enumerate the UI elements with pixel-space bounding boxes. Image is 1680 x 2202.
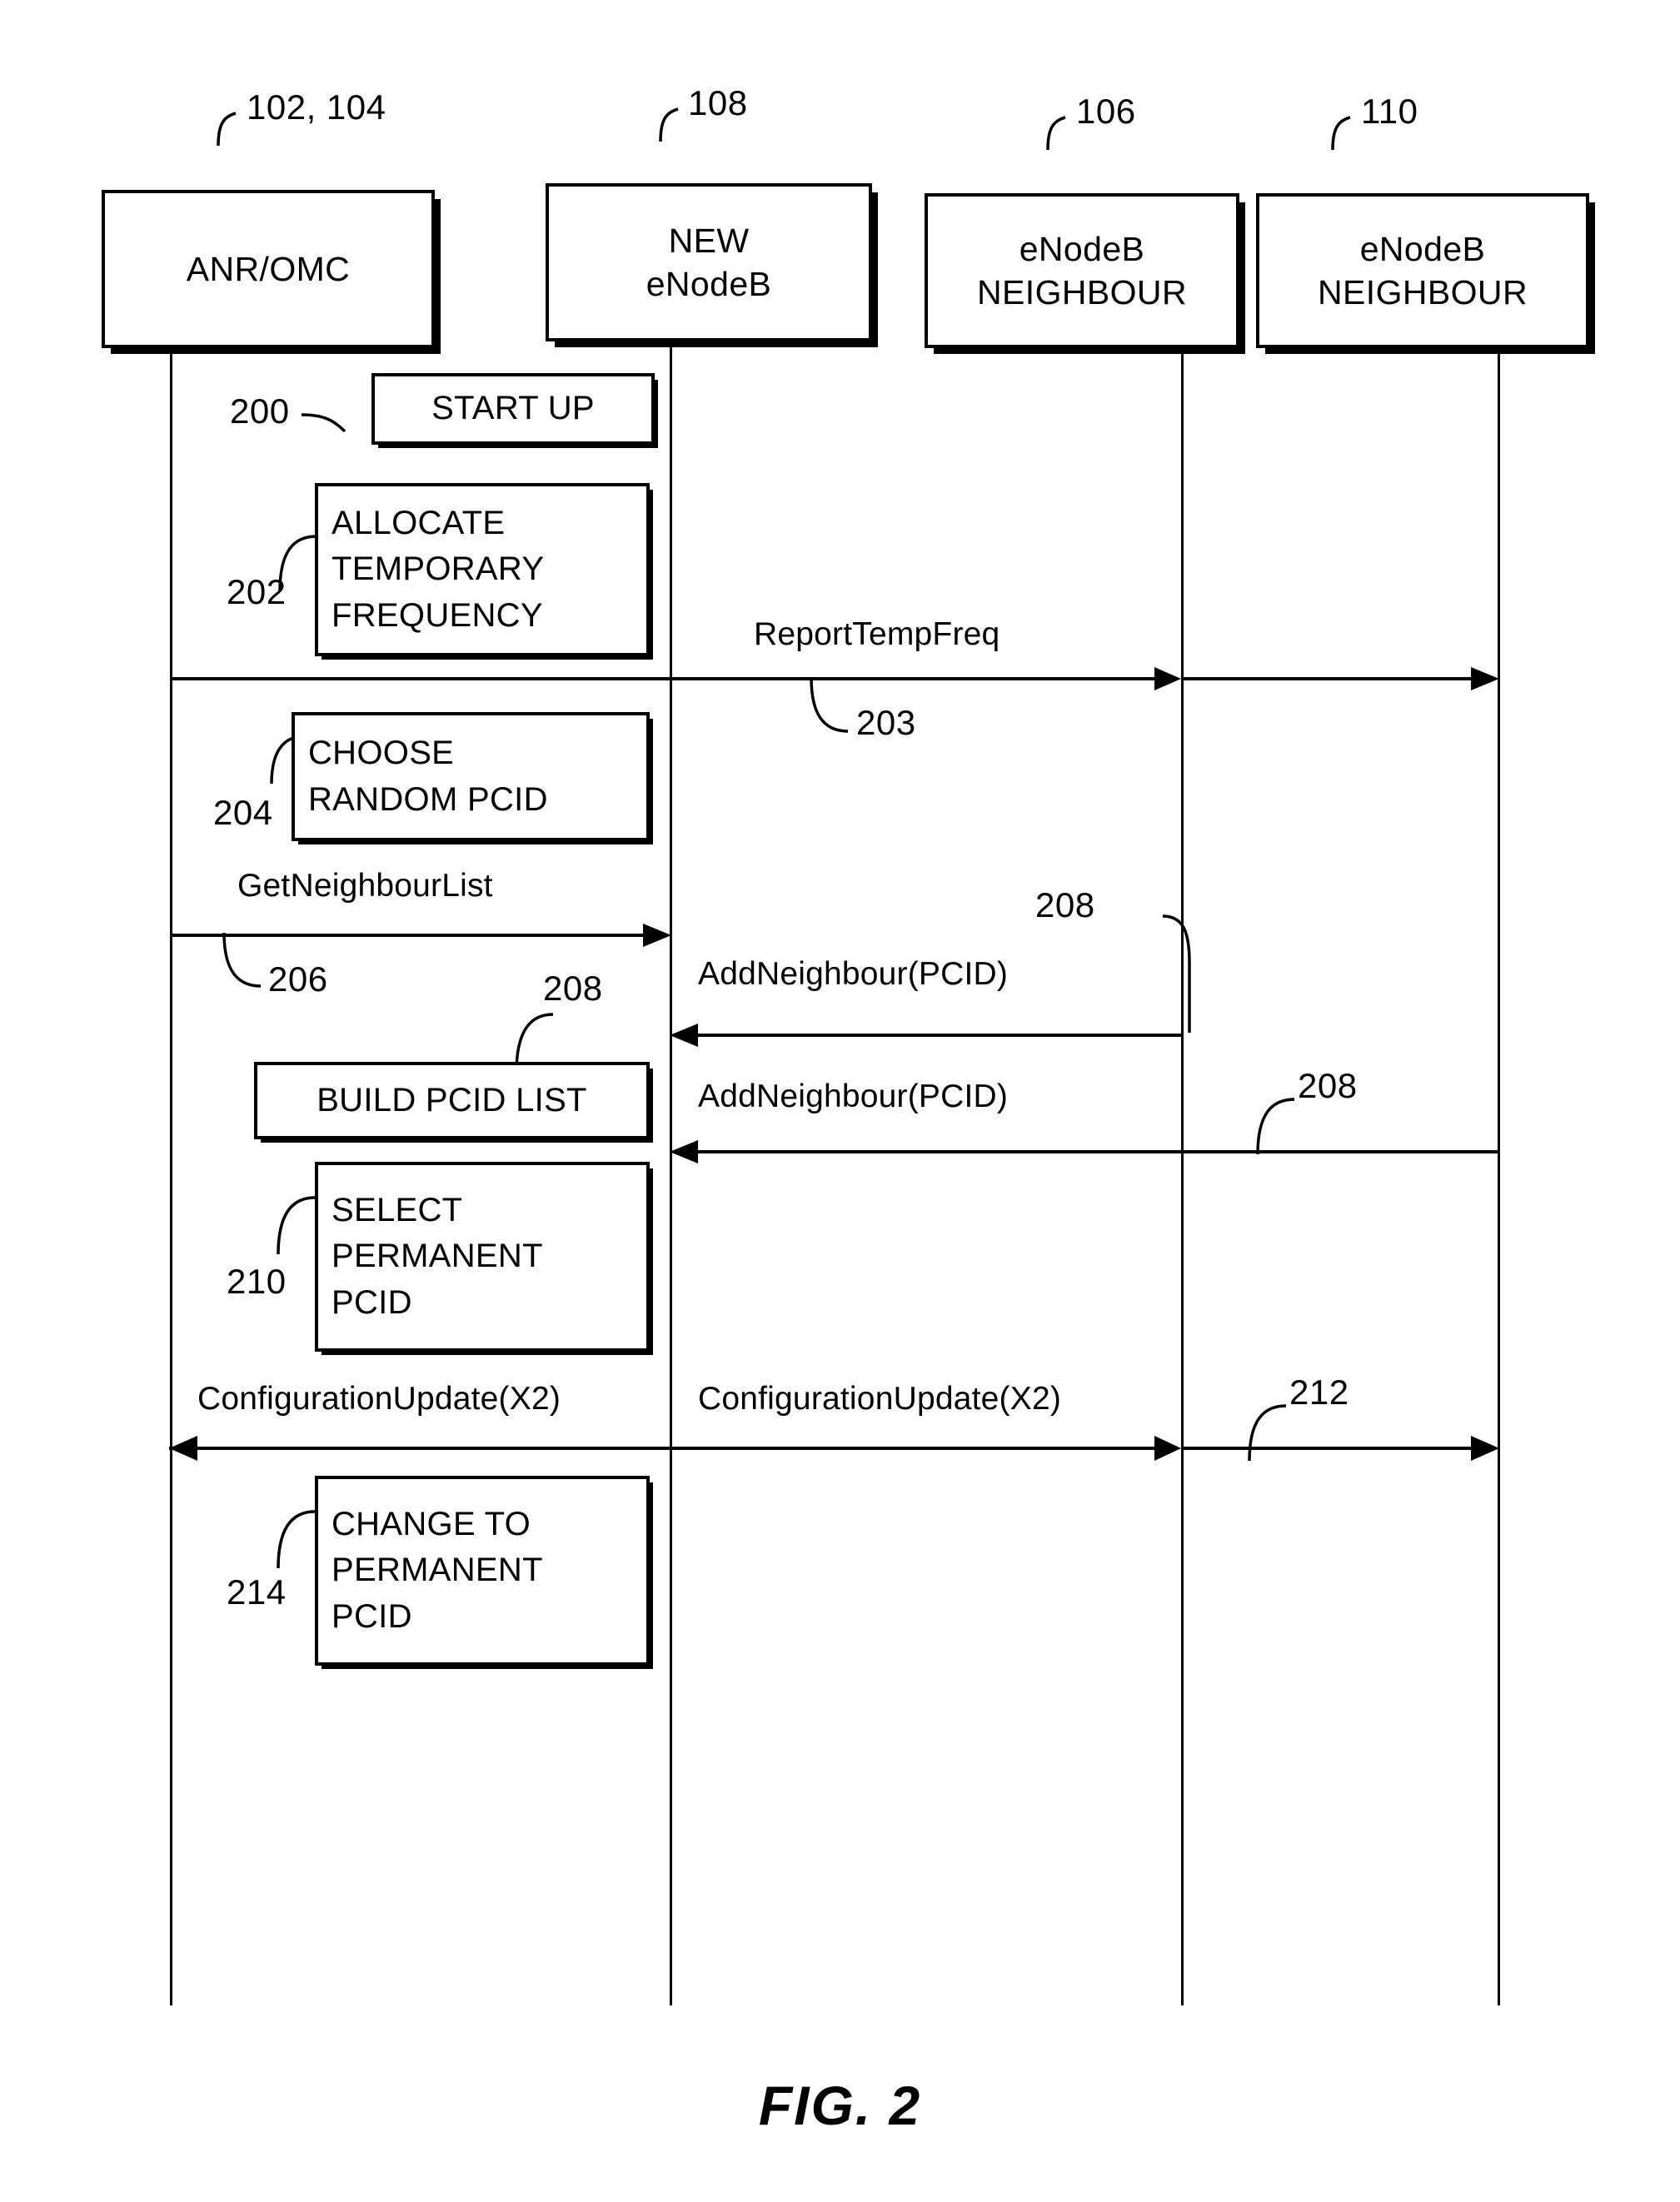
activity-box-allocate-temporary-frequency: ALLOCATE TEMPORARY FREQUENCY: [315, 483, 650, 656]
activity-box-start-up: START UP: [371, 373, 655, 445]
ref-numeral-200: 200: [230, 391, 290, 431]
ref-numeral-110: 110: [1361, 92, 1418, 131]
activity-box-choose-line-1: CHOOSE: [308, 735, 455, 772]
participant-new-enodeb: NEW eNodeB: [546, 183, 872, 341]
activity-box-build-pcid-list-label: BUILD PCID LIST: [317, 1081, 587, 1118]
activity-box-build-pcid-list: BUILD PCID LIST: [254, 1062, 650, 1139]
activity-box-change-line-3: PCID: [332, 1597, 412, 1635]
participant-enodeb-neighbour-106-label-2: NEIGHBOUR: [977, 273, 1187, 311]
activity-box-allocate-line-3: FREQUENCY: [332, 596, 543, 634]
activity-box-change-to-permanent-pcid: CHANGE TO PERMANENT PCID: [315, 1476, 650, 1666]
message-label-report-temp-freq: ReportTempFreq: [754, 616, 1000, 652]
participant-enodeb-neighbour-110-label-1: eNodeB: [1359, 229, 1486, 268]
activity-box-choose-line-2: RANDOM PCID: [308, 780, 548, 818]
activity-box-allocate-line-1: ALLOCATE: [332, 505, 506, 542]
lifeline-enodeb-neighbour-110: [1498, 348, 1500, 2005]
message-label-get-neighbour-list: GetNeighbourList: [237, 868, 493, 904]
message-label-configuration-update-right: ConfigurationUpdate(X2): [698, 1381, 1062, 1417]
message-arrow-add-neighbour-1: [670, 1024, 1181, 1047]
lifeline-new-enodeb: [670, 341, 672, 2005]
ref-numeral-204: 204: [213, 793, 273, 832]
ref-numeral-208-build: 208: [543, 969, 603, 1008]
participant-anr-omc-label: ANR/OMC: [186, 249, 351, 288]
message-arrow-report-temp-freq: [171, 667, 1499, 690]
ref-numeral-210: 210: [227, 1262, 287, 1301]
ref-numeral-208-msg1: 208: [1035, 885, 1095, 924]
lifeline-enodeb-neighbour-106: [1181, 348, 1184, 2005]
participant-enodeb-neighbour-106: eNodeB NEIGHBOUR: [925, 193, 1239, 348]
ref-numeral-212: 212: [1289, 1373, 1349, 1412]
participant-new-enodeb-label-1: NEW: [668, 221, 750, 260]
participant-enodeb-neighbour-106-label-1: eNodeB: [1019, 229, 1145, 268]
activity-box-select-permanent-pcid: SELECT PERMANENT PCID: [315, 1162, 650, 1352]
lifeline-anr-omc: [170, 348, 172, 2005]
activity-box-allocate-line-2: TEMPORARY: [332, 550, 545, 588]
message-arrow-configuration-update: [169, 1436, 1499, 1461]
message-label-add-neighbour-2: AddNeighbour(PCID): [698, 1079, 1009, 1114]
activity-box-start-up-label: START UP: [431, 390, 595, 427]
ref-numeral-206: 206: [268, 959, 328, 999]
ref-numeral-208-msg2: 208: [1298, 1066, 1358, 1105]
ref-numeral-106: 106: [1076, 92, 1136, 131]
message-arrow-add-neighbour-2: [670, 1140, 1498, 1163]
message-arrow-get-neighbour-list: [171, 924, 671, 947]
patent-figure-2: 102, 104 108 106 110 ANR/OMC NEW eNodeB …: [0, 0, 1680, 2202]
message-label-configuration-update-left: ConfigurationUpdate(X2): [197, 1381, 561, 1417]
activity-box-choose-random-pcid: CHOOSE RANDOM PCID: [292, 712, 650, 841]
ref-numeral-203: 203: [856, 703, 916, 742]
participant-enodeb-neighbour-110-label-2: NEIGHBOUR: [1318, 273, 1528, 311]
activity-box-select-line-3: PCID: [332, 1283, 412, 1321]
activity-box-change-line-2: PERMANENT: [332, 1552, 543, 1589]
ref-numeral-202: 202: [227, 572, 287, 611]
activity-box-select-line-1: SELECT: [332, 1192, 463, 1229]
figure-caption: FIG. 2: [758, 2075, 922, 2136]
participant-new-enodeb-label-2: eNodeB: [646, 265, 772, 303]
ref-numeral-102-104: 102, 104: [247, 87, 386, 127]
activity-box-select-line-2: PERMANENT: [332, 1238, 543, 1275]
ref-numeral-214: 214: [227, 1572, 287, 1612]
ref-numeral-108: 108: [688, 83, 748, 122]
participant-anr-omc: ANR/OMC: [102, 190, 435, 348]
participant-enodeb-neighbour-110: eNodeB NEIGHBOUR: [1256, 193, 1589, 348]
activity-box-change-line-1: CHANGE TO: [332, 1506, 531, 1543]
message-label-add-neighbour-1: AddNeighbour(PCID): [698, 956, 1009, 992]
